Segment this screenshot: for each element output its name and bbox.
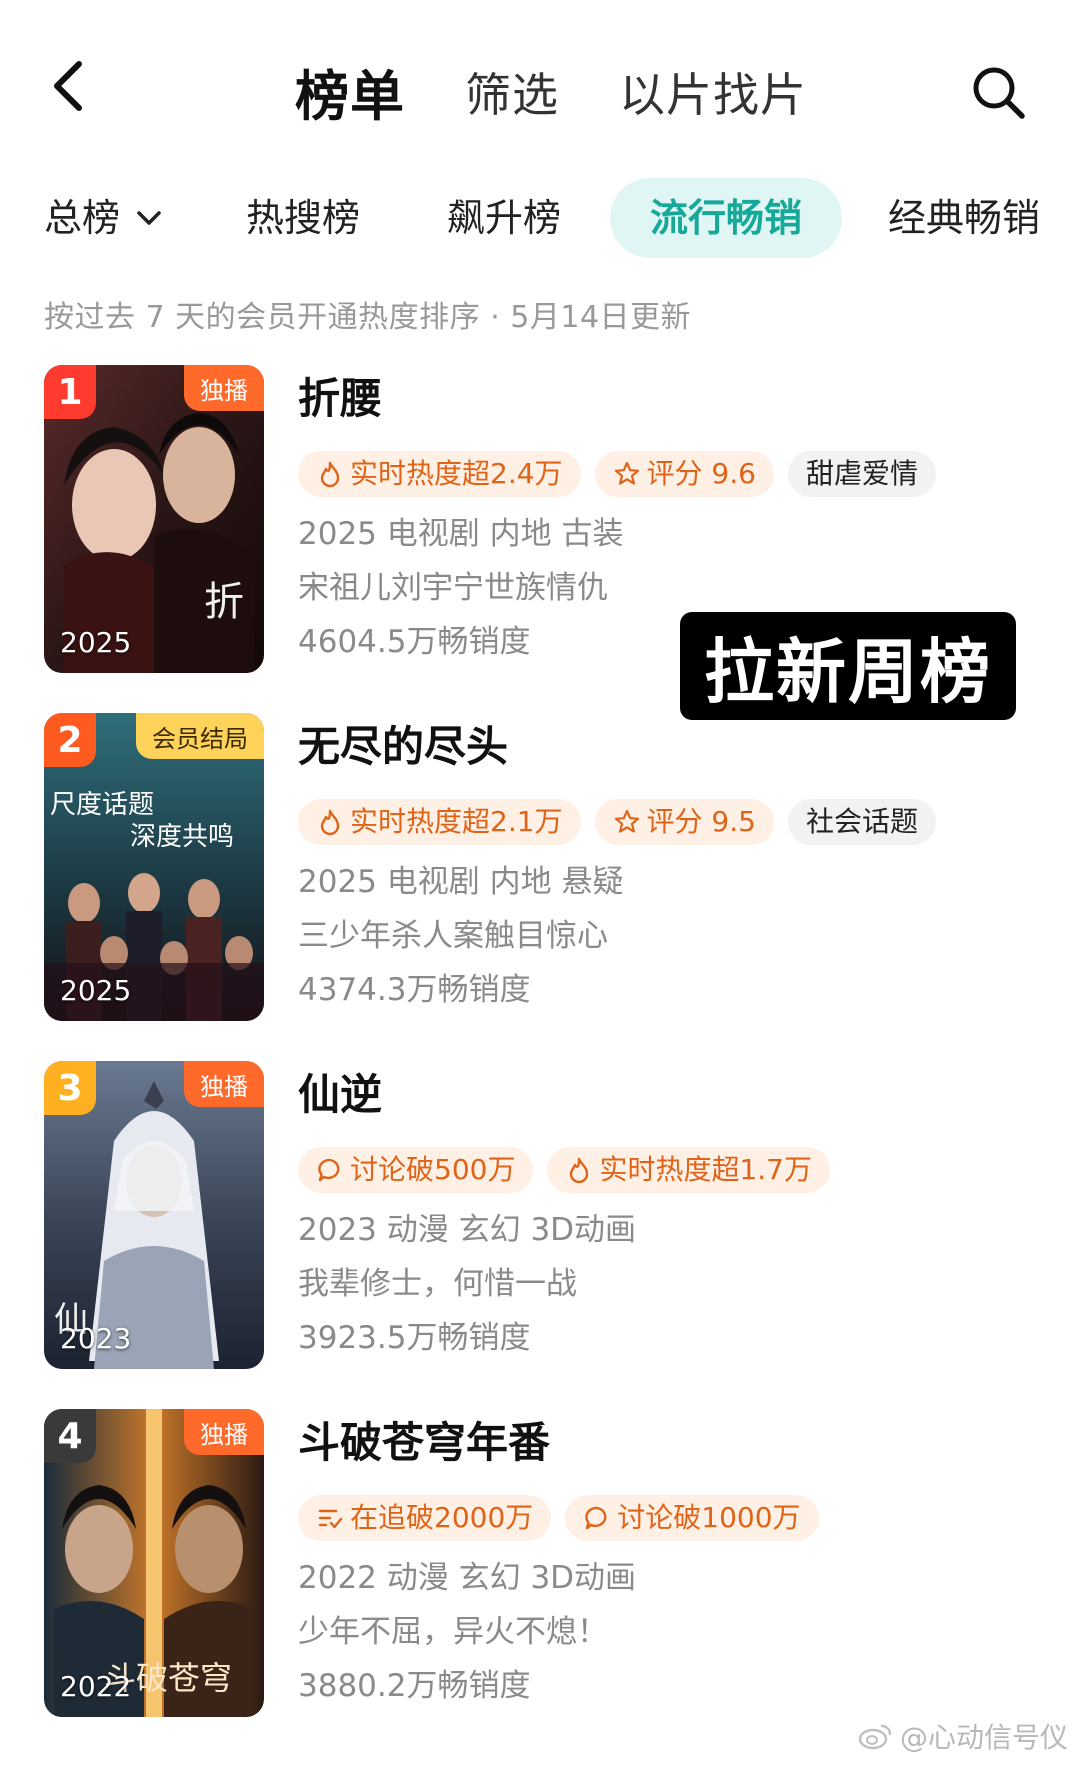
back-button[interactable] (40, 58, 96, 114)
item-title[interactable]: 无尽的尽头 (298, 717, 1058, 777)
list-item[interactable]: 尺度话题 深度共鸣 2 会员结局 2025 无尽的尽头 实时热度超2.1万 评分… (0, 713, 1079, 1023)
weekly-new-users-label: 拉新周榜 (680, 612, 1016, 720)
heat-tag: 实时热度超2.4万 (298, 451, 581, 497)
rank-number: 2 (44, 713, 96, 767)
tag-row: 实时热度超2.4万 评分 9.6 甜虐爱情 (298, 451, 1058, 497)
discussion-tag-text: 讨论破1000万 (617, 1501, 801, 1534)
heat-tag-text: 实时热度超2.4万 (350, 457, 563, 490)
heat-tag-text: 实时热度超2.1万 (350, 805, 563, 838)
item-tagline: 少年不屈，异火不熄！ (298, 1614, 608, 1650)
tab-filter[interactable]: 筛选 (465, 59, 559, 125)
tab-find-by-film[interactable]: 以片找片 (619, 59, 807, 125)
watermark: @心动信号仪 (858, 1716, 1068, 1756)
list-check-icon (318, 1509, 343, 1529)
rank-number: 3 (44, 1061, 96, 1115)
ranking-description: 按过去 7 天的会员开通热度排序 · 5月14日更新 (44, 300, 692, 335)
exclusive-badge: 独播 (184, 365, 264, 411)
item-meta: 2025 电视剧 内地 悬疑 (298, 864, 624, 900)
rating-tag-text: 评分 9.6 (646, 457, 756, 490)
item-sales: 4374.3万畅销度 (298, 972, 531, 1008)
genre-tag: 社会话题 (787, 799, 936, 845)
rank-number: 4 (44, 1409, 96, 1463)
item-title[interactable]: 斗破苍穹年番 (298, 1413, 1058, 1473)
discussion-tag: 讨论破1000万 (565, 1495, 819, 1541)
subtab-hot-search[interactable]: 热搜榜 (246, 178, 360, 258)
list-item[interactable]: 仙 3 独播 2023 仙逆 讨论破500万 实时热度超1.7万 2023 动漫… (0, 1061, 1079, 1371)
flame-icon (320, 809, 340, 836)
item-info: 仙逆 讨论破500万 实时热度超1.7万 2023 动漫 玄幻 3D动画 我辈修… (298, 1061, 1058, 1365)
rating-tag: 评分 9.6 (594, 451, 774, 497)
tag-row: 讨论破500万 实时热度超1.7万 (298, 1147, 1058, 1193)
item-info: 斗破苍穹年番 在追破2000万 讨论破1000万 2022 动漫 玄幻 3D动画… (298, 1409, 1058, 1713)
poster-year: 2023 (60, 1322, 132, 1355)
chevron-left-icon (54, 61, 82, 111)
comment-icon (585, 1506, 607, 1530)
poster[interactable]: 折 1 独播 2025 (44, 365, 264, 673)
poster-year: 2022 (60, 1670, 132, 1703)
subtab-classic-selling[interactable]: 经典畅销 (888, 178, 1040, 258)
heat-tag: 实时热度超2.1万 (298, 799, 581, 845)
star-icon (614, 461, 639, 485)
poster[interactable]: 尺度话题 深度共鸣 2 会员结局 2025 (44, 713, 264, 1021)
item-tagline: 宋祖儿刘宇宁世族情仇 (298, 570, 608, 606)
item-meta: 2022 动漫 玄幻 3D动画 (298, 1560, 637, 1596)
item-meta: 2025 电视剧 内地 古装 (298, 516, 624, 552)
tag-row: 实时热度超2.1万 评分 9.5 社会话题 (298, 799, 1058, 845)
member-ending-badge: 会员结局 (136, 713, 264, 759)
ranking-subtabs: 总榜 热搜榜 飙升榜 流行畅销 经典畅销 (0, 178, 1079, 258)
watermark-text: @心动信号仪 (900, 1721, 1069, 1754)
main-tabs: 榜单 筛选 以片找片 (295, 52, 867, 131)
heat-tag: 实时热度超1.7万 (547, 1147, 830, 1193)
svg-text:深度共鸣: 深度共鸣 (130, 822, 234, 852)
subtab-popular-selling[interactable]: 流行畅销 (610, 178, 843, 258)
item-sales: 3880.2万畅销度 (298, 1668, 531, 1704)
item-tagline: 我辈修士，何惜一战 (298, 1266, 577, 1302)
flame-icon (320, 461, 340, 488)
item-title[interactable]: 仙逆 (298, 1065, 1058, 1125)
heat-tag-text: 实时热度超1.7万 (599, 1153, 812, 1186)
poster-year: 2025 (60, 626, 132, 659)
tag-row: 在追破2000万 讨论破1000万 (298, 1495, 1058, 1541)
discussion-tag: 讨论破500万 (298, 1147, 534, 1193)
star-icon (614, 809, 639, 833)
following-tag: 在追破2000万 (298, 1495, 552, 1541)
genre-tag: 甜虐爱情 (787, 451, 936, 497)
poster-year: 2025 (60, 974, 132, 1007)
poster[interactable]: 斗破苍穹 4 独播 2022 (44, 1409, 264, 1717)
rating-tag: 评分 9.5 (594, 799, 774, 845)
chevron-down-icon (137, 210, 161, 225)
item-info: 无尽的尽头 实时热度超2.1万 评分 9.5 社会话题 2025 电视剧 内地 … (298, 713, 1058, 1017)
search-icon[interactable] (968, 62, 1028, 122)
tab-ranking[interactable]: 榜单 (295, 52, 405, 131)
exclusive-badge: 独播 (184, 1409, 264, 1455)
subtab-overall-label: 总榜 (44, 196, 121, 240)
item-meta: 2023 动漫 玄幻 3D动画 (298, 1212, 637, 1248)
subtab-rising[interactable]: 飙升榜 (447, 178, 561, 258)
list-item[interactable]: 斗破苍穹 4 独播 2022 斗破苍穹年番 在追破2000万 讨论破1000万 … (0, 1409, 1079, 1719)
item-title[interactable]: 折腰 (298, 369, 1058, 429)
exclusive-badge: 独播 (184, 1061, 264, 1107)
rank-number: 1 (44, 365, 96, 419)
top-bar: 榜单 筛选 以片找片 (0, 40, 1079, 130)
discussion-tag-text: 讨论破500万 (350, 1153, 516, 1186)
svg-text:尺度话题: 尺度话题 (50, 790, 154, 820)
item-tagline: 三少年杀人案触目惊心 (298, 918, 608, 954)
flame-icon (570, 1157, 589, 1184)
following-tag-text: 在追破2000万 (350, 1501, 534, 1534)
subtab-overall[interactable]: 总榜 (44, 178, 164, 258)
rating-tag-text: 评分 9.5 (646, 805, 756, 838)
svg-text:折: 折 (204, 579, 244, 625)
poster[interactable]: 仙 3 独播 2023 (44, 1061, 264, 1369)
comment-icon (318, 1158, 340, 1182)
weibo-icon (858, 1724, 892, 1750)
item-sales: 3923.5万畅销度 (298, 1320, 531, 1356)
